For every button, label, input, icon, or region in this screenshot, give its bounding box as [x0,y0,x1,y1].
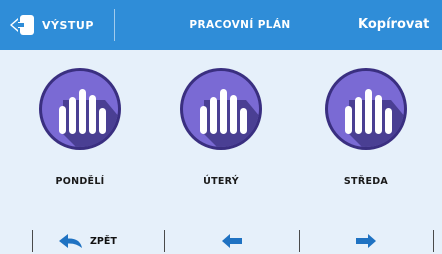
footer-divider [164,230,165,252]
footer-divider [433,230,434,252]
exit-button[interactable]: VÝSTUP [8,8,116,42]
bar-chart-icon [180,68,262,150]
day-button-tuesday[interactable]: ÚTERÝ [171,64,271,194]
page-title: PRACOVNÍ PLÁN [189,19,291,31]
back-button[interactable]: ZPĚT [58,230,148,252]
arrow-right-icon [356,234,376,248]
day-button-wednesday[interactable]: STŘEDA [316,64,416,194]
header-divider [114,9,115,41]
exit-icon [10,15,34,35]
day-label-monday: PONDĚLÍ [55,176,105,187]
top-bar: VÝSTUP PRACOVNÍ PLÁN Kopírovat [0,0,442,50]
bottom-bar: ZPĚT [0,222,442,254]
exit-label: VÝSTUP [42,18,94,32]
copy-button[interactable]: Kopírovat [358,0,429,50]
bar-chart-icon [325,68,407,150]
day-label-wednesday: STŘEDA [343,176,389,187]
next-button[interactable] [336,230,396,252]
back-label: ZPĚT [90,235,117,247]
arrow-left-icon [222,234,242,248]
bar-chart-icon [39,68,121,150]
back-arrow-icon [59,234,82,248]
footer-divider [32,230,33,252]
footer-divider [299,230,300,252]
day-button-monday[interactable]: PONDĚLÍ [30,64,130,194]
previous-button[interactable] [202,230,262,252]
day-label-tuesday: ÚTERÝ [203,176,239,187]
